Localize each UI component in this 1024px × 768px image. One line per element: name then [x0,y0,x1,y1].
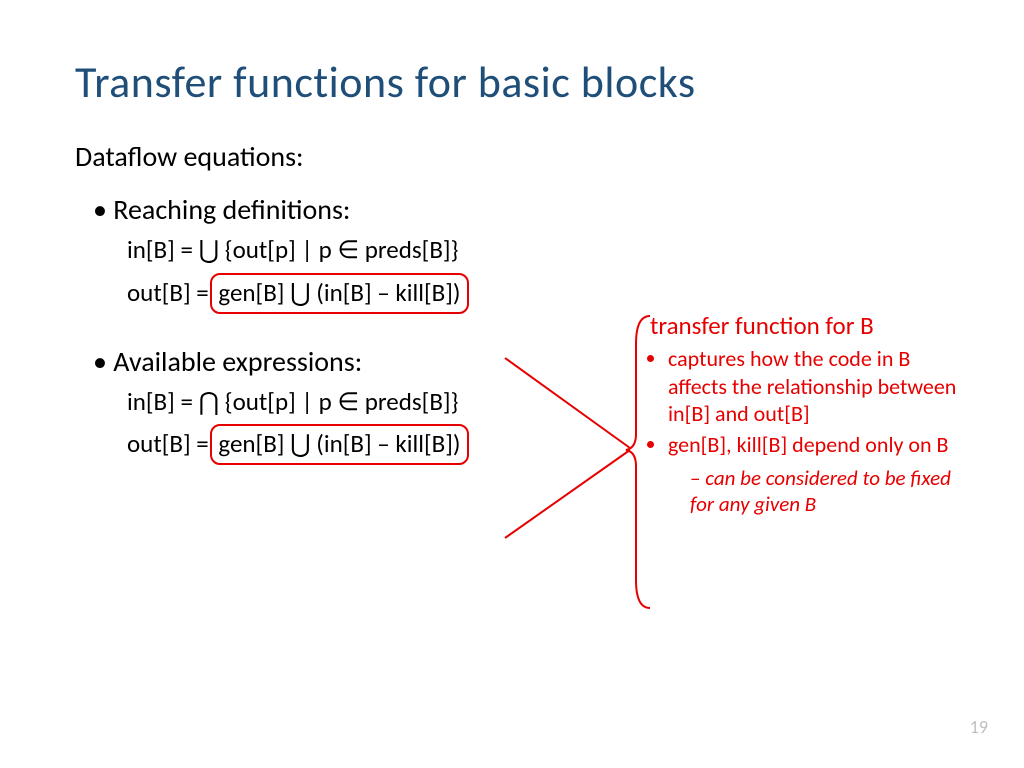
eq-text: in[B] = [127,234,199,265]
callout-sublist: can be considered to be fixed for any gi… [668,458,970,518]
eq-text: {out[p] | p ∈ preds[B]} [219,386,458,417]
equation-in-reaching: in[B] = ⋃ {out[p] | p ∈ preds[B]} [127,233,954,267]
callout-item: gen[B], kill[B] depend only on B can be … [668,431,970,518]
page-number: 19 [970,716,988,738]
eq-text: {out[p] | p ∈ preds[B]} [219,234,458,265]
section-heading-reaching: Reaching definitions: [93,192,954,227]
callout-item: captures how the code in B affects the r… [668,345,970,428]
callout-subitem: can be considered to be fixed for any gi… [690,465,970,518]
callout-title: transfer function for B [650,310,970,341]
callout-box: transfer function for B captures how the… [650,310,970,521]
slide-title: Transfer functions for basic blocks [75,55,954,109]
eq-text: out[B] = [127,277,214,308]
subhead: Dataflow equations: [75,139,954,174]
eq-text: in[B] = [127,386,199,417]
callout-list: captures how the code in B affects the r… [650,345,970,518]
union-icon: ⋃ [199,234,220,265]
callout-item-text: gen[B], kill[B] depend only on B [668,431,949,458]
highlight-box: gen[B] ⋃ (in[B] – kill[B]) [210,424,468,465]
slide: Transfer functions for basic blocks Data… [0,0,1024,768]
equation-out-reaching: out[B] = gen[B] ⋃ (in[B] – kill[B]) [127,273,954,314]
highlight-box: gen[B] ⋃ (in[B] – kill[B]) [210,273,468,314]
intersect-icon: ⋂ [199,386,220,417]
eq-text: out[B] = [127,428,214,459]
